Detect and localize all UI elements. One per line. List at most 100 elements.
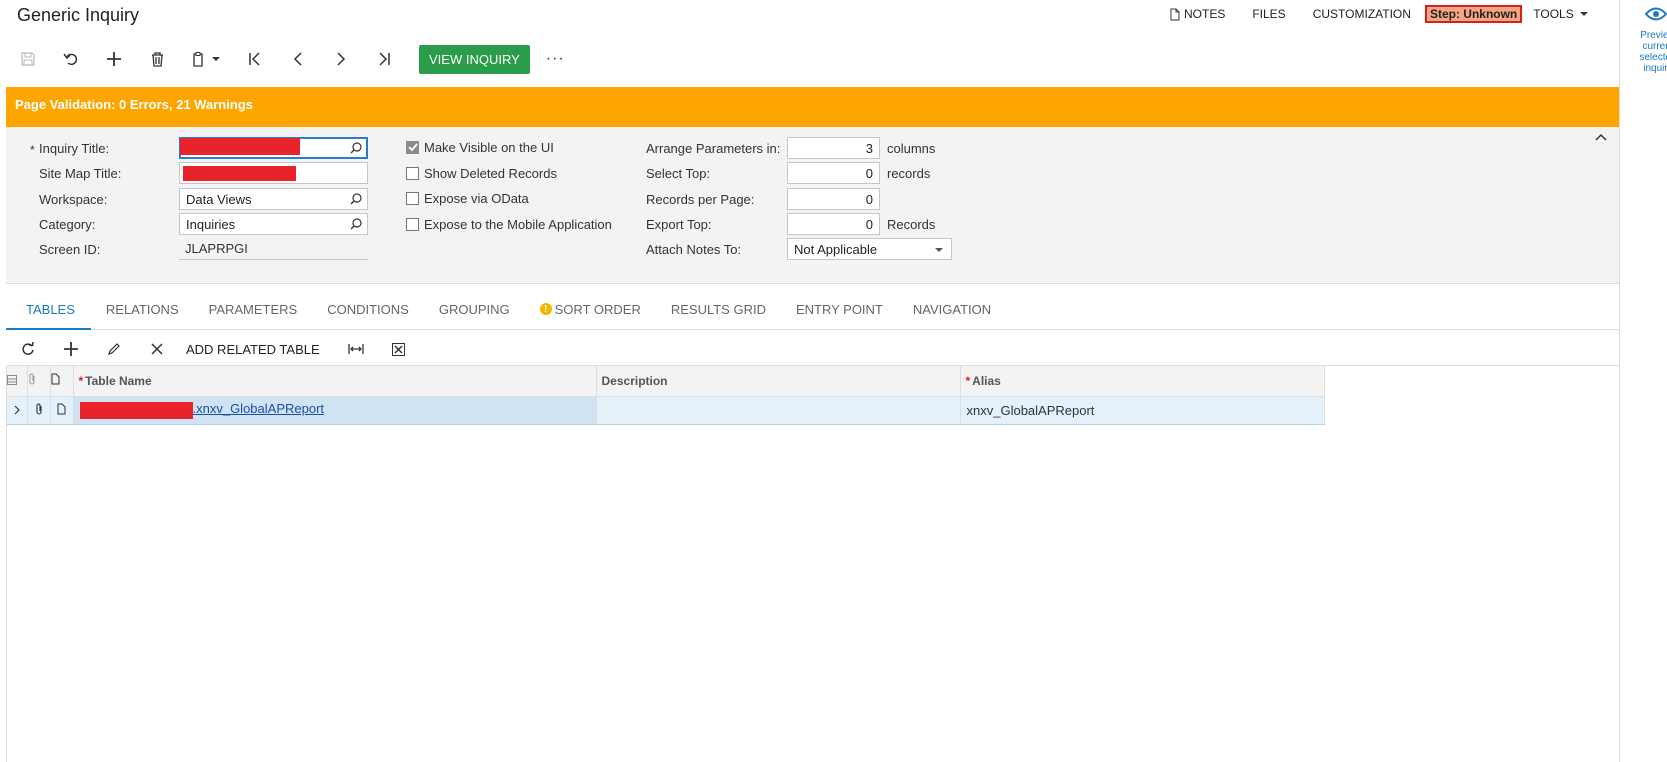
refresh-button[interactable] <box>14 335 42 363</box>
next-record-button[interactable] <box>327 45 355 73</box>
refresh-icon <box>22 342 34 355</box>
more-actions-button[interactable]: ··· <box>546 50 565 68</box>
preview-text: Preview current selected inquiry <box>1639 30 1667 74</box>
copy-paste-button[interactable] <box>186 45 226 73</box>
chevron-right-icon <box>14 405 20 414</box>
delete-row-button[interactable] <box>143 335 171 363</box>
notes-button[interactable]: NOTES <box>1170 7 1225 21</box>
notes-header <box>50 366 74 397</box>
export-excel-button[interactable] <box>385 335 413 363</box>
tab-conditions[interactable]: CONDITIONS <box>312 292 424 330</box>
table-name-header[interactable]: * Table Name <box>73 366 597 397</box>
previous-record-button[interactable] <box>284 45 312 73</box>
tab-label: ENTRY POINT <box>795 302 883 317</box>
row-expander[interactable] <box>7 396 28 425</box>
attach-notes-label: Attach Notes To: <box>646 242 742 257</box>
warning-icon: ! <box>539 303 552 315</box>
add-icon <box>64 342 78 356</box>
required-marker: * <box>78 373 84 388</box>
tab-results-grid[interactable]: RESULTS GRID <box>656 292 781 330</box>
table-row[interactable]: .xnxv_GlobalAPReport xnxv_GlobalAPReport <box>7 396 1325 425</box>
inquiry-title-field[interactable] <box>179 137 368 159</box>
tab-label: GROUPING <box>438 302 510 317</box>
tab-label: NAVIGATION <box>912 302 992 317</box>
row-notes[interactable] <box>50 396 74 425</box>
last-record-icon <box>379 52 390 66</box>
make-visible-checkbox[interactable]: Make Visible on the UI <box>406 140 554 155</box>
save-icon <box>21 52 35 66</box>
customization-button[interactable]: CUSTOMIZATION <box>1313 7 1411 21</box>
chevron-down-icon <box>212 57 220 61</box>
search-icon[interactable] <box>350 142 362 154</box>
alias-cell[interactable]: xnxv_GlobalAPReport <box>960 396 1325 425</box>
records-per-page-field[interactable]: 0 <box>787 188 880 210</box>
files-button[interactable]: FILES <box>1252 7 1285 21</box>
screen-id-label: Screen ID: <box>39 242 101 257</box>
row-attachments[interactable] <box>27 396 51 425</box>
grid-toolbar: ADD RELATED TABLE <box>14 334 428 364</box>
tab-relations[interactable]: RELATIONS <box>91 292 194 330</box>
view-inquiry-button[interactable]: VIEW INQUIRY <box>419 44 530 74</box>
attach-notes-select[interactable]: Not Applicable <box>787 238 952 260</box>
grid-header-row: * Table Name Description * Alias <box>7 366 1325 397</box>
add-related-table-button[interactable]: ADD RELATED TABLE <box>186 342 320 357</box>
tables-grid: * Table Name Description * Alias .xnxv_G… <box>6 365 1619 762</box>
top-menu: NOTES FILES CUSTOMIZATION Step: Unknown … <box>1170 4 1615 24</box>
search-icon[interactable] <box>350 218 362 230</box>
show-deleted-checkbox[interactable]: Show Deleted Records <box>406 166 557 181</box>
first-record-button[interactable] <box>241 45 269 73</box>
step-badge[interactable]: Step: Unknown <box>1424 5 1523 23</box>
select-top-unit: records <box>887 166 931 181</box>
main-toolbar: VIEW INQUIRY ··· <box>14 44 565 74</box>
last-record-button[interactable] <box>370 45 398 73</box>
save-button[interactable] <box>14 45 42 73</box>
tab-bar: TABLES RELATIONS PARAMETERS CONDITIONS G… <box>6 292 1619 330</box>
close-icon <box>151 343 163 355</box>
site-map-title-field[interactable] <box>179 162 368 184</box>
tools-menu[interactable]: TOOLS <box>1533 7 1588 21</box>
table-name-cell[interactable]: .xnxv_GlobalAPReport <box>73 396 597 425</box>
tab-label: RELATIONS <box>105 302 179 317</box>
chevron-up-icon[interactable] <box>1595 133 1607 141</box>
expose-mobile-checkbox[interactable]: Expose to the Mobile Application <box>406 217 612 232</box>
excel-icon <box>392 342 406 356</box>
tab-navigation[interactable]: NAVIGATION <box>898 292 1006 330</box>
page-title: Generic Inquiry <box>17 5 140 25</box>
expose-mobile-label: Expose to the Mobile Application <box>424 217 612 232</box>
grid-settings-icon <box>7 374 17 385</box>
delete-button[interactable] <box>143 45 171 73</box>
row-selector-header[interactable] <box>7 366 28 397</box>
fit-columns-button[interactable] <box>342 335 370 363</box>
description-header[interactable]: Description <box>596 366 961 397</box>
redaction <box>79 401 193 419</box>
search-icon[interactable] <box>350 193 362 205</box>
table-name-link[interactable]: .xnxv_GlobalAPReport <box>193 401 325 416</box>
category-field[interactable]: Inquiries <box>179 213 368 235</box>
tab-parameters[interactable]: PARAMETERS <box>194 292 313 330</box>
arrange-params-field[interactable]: 3 <box>787 137 880 159</box>
site-map-title-label: Site Map Title: <box>39 166 122 181</box>
undo-button[interactable] <box>57 45 85 73</box>
workspace-field[interactable]: Data Views <box>179 188 368 210</box>
chevron-down-icon <box>1579 12 1588 16</box>
export-top-field[interactable]: 0 <box>787 213 880 235</box>
edit-row-button[interactable] <box>100 335 128 363</box>
add-row-button[interactable] <box>57 335 85 363</box>
tools-label: TOOLS <box>1533 7 1574 21</box>
select-top-label: Select Top: <box>646 166 711 181</box>
alias-header[interactable]: * Alias <box>960 366 1325 397</box>
pencil-icon <box>108 343 120 355</box>
fit-width-icon <box>348 344 364 354</box>
eye-icon[interactable] <box>1645 6 1667 22</box>
expose-odata-checkbox[interactable]: Expose via OData <box>406 191 529 206</box>
notes-label: NOTES <box>1184 7 1226 21</box>
tab-entry-point[interactable]: ENTRY POINT <box>781 292 898 330</box>
add-button[interactable] <box>100 45 128 73</box>
step-label: Step: Unknown <box>1429 7 1518 21</box>
tab-sort-order[interactable]: ! SORT ORDER <box>525 292 656 330</box>
tab-grouping[interactable]: GROUPING <box>424 292 525 330</box>
export-top-unit: Records <box>887 217 936 232</box>
tab-tables[interactable]: TABLES <box>6 292 91 330</box>
description-cell[interactable] <box>596 396 961 425</box>
select-top-field[interactable]: 0 <box>787 162 880 184</box>
